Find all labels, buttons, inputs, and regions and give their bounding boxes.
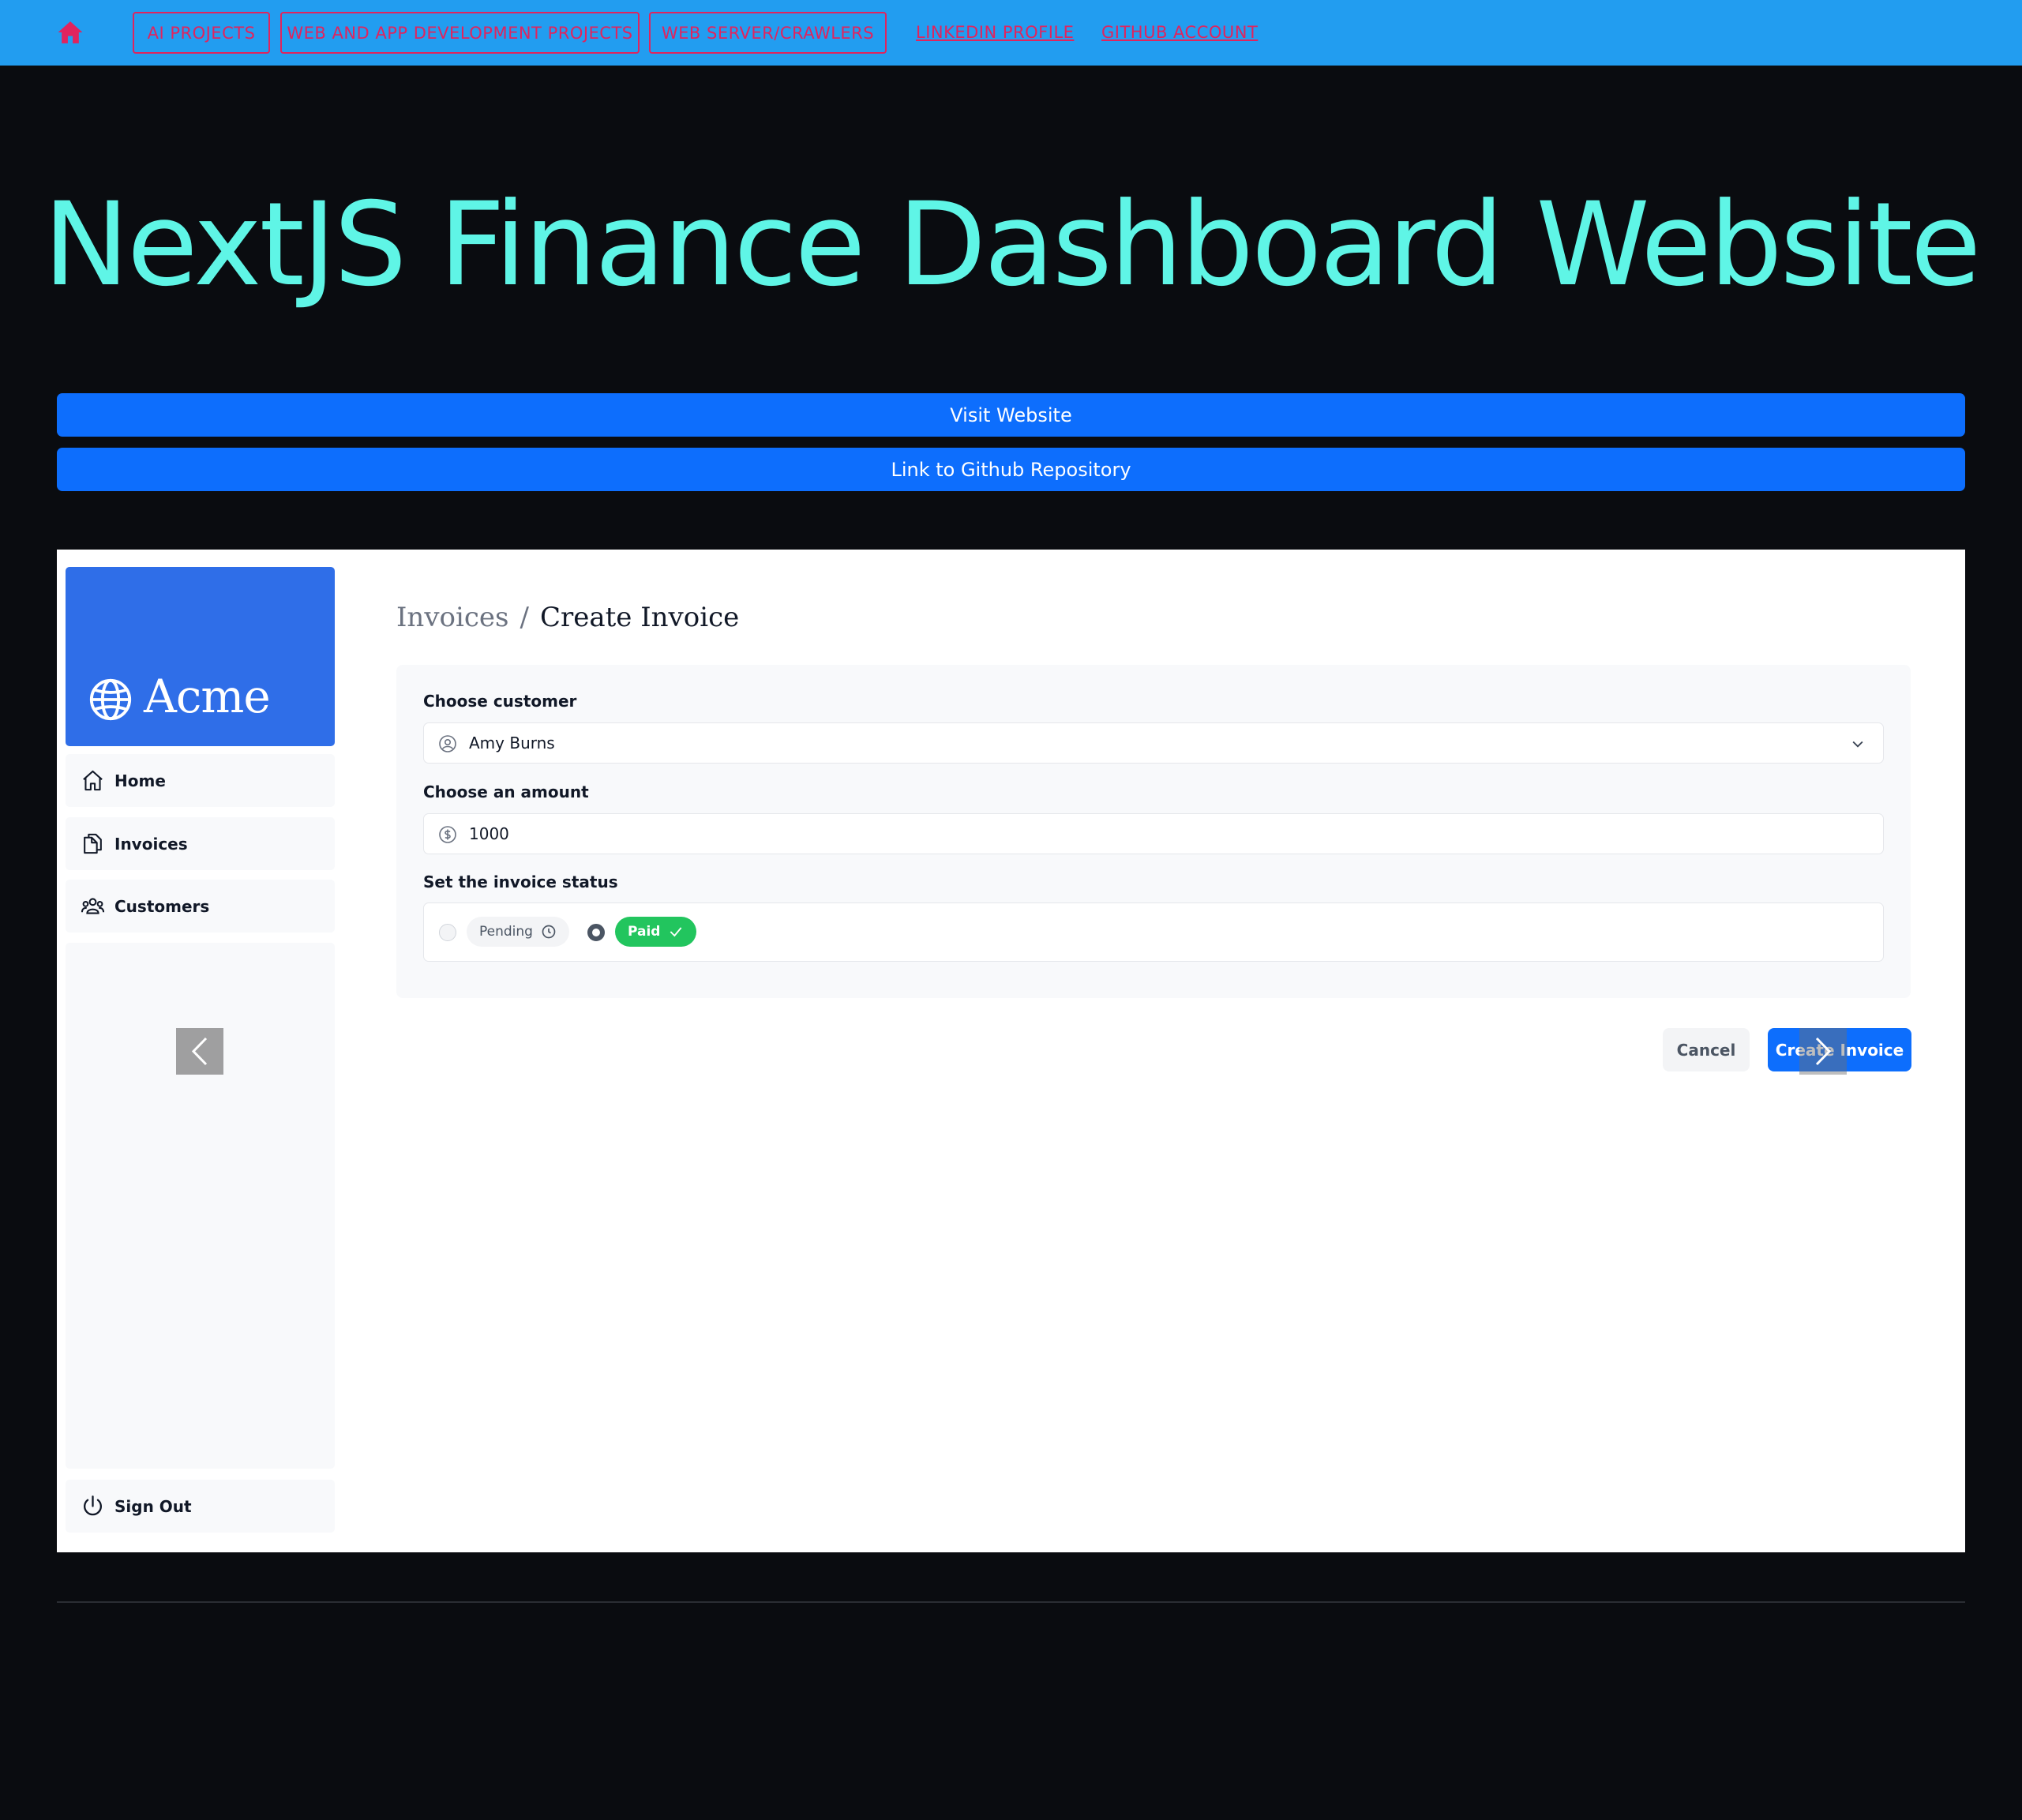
create-invoice-form: Choose customer Amy Burns Choose an amou… xyxy=(396,665,1911,998)
check-icon xyxy=(670,927,682,937)
nav-ai-projects[interactable]: AI PROJECTS xyxy=(133,12,270,54)
page-title: NextJS Finance Dashboard Website xyxy=(43,178,1982,312)
customer-value: Amy Burns xyxy=(469,734,555,752)
nav-web-server-crawlers[interactable]: WEB SERVER/CRAWLERS xyxy=(649,12,887,54)
paid-label: Paid xyxy=(628,924,661,940)
chevron-left-icon xyxy=(191,1037,208,1066)
customer-select[interactable]: Amy Burns xyxy=(423,722,1884,764)
paid-radio[interactable] xyxy=(587,924,605,941)
sidebar-item-customers[interactable]: Customers xyxy=(66,880,335,933)
sidebar-spacer xyxy=(66,943,335,1469)
screenshot-carousel: Acme Home Invoices Customers Sign Out In… xyxy=(57,550,1965,1552)
logo-text: Acme xyxy=(144,670,271,723)
nav-linkedin-link[interactable]: LINKEDIN PROFILE xyxy=(916,23,1074,42)
sidebar-item-label: Home xyxy=(114,771,166,790)
signout-label: Sign Out xyxy=(114,1496,192,1516)
nav-github-link[interactable]: GITHUB ACCOUNT xyxy=(1101,23,1258,42)
section-divider xyxy=(57,1601,1965,1603)
dollar-icon xyxy=(439,826,456,843)
pending-pill[interactable]: Pending xyxy=(467,917,569,947)
sidebar-logo: Acme xyxy=(66,567,335,746)
breadcrumb-separator: / xyxy=(520,602,529,633)
carousel-prev-button[interactable] xyxy=(176,1028,223,1075)
customer-label: Choose customer xyxy=(423,692,577,711)
sidebar-item-label: Customers xyxy=(114,896,210,916)
amount-value: 1000 xyxy=(469,824,509,843)
pending-label: Pending xyxy=(479,924,533,940)
cancel-button[interactable]: Cancel xyxy=(1663,1028,1750,1071)
status-radio-group: Pending Paid xyxy=(423,902,1884,962)
document-icon xyxy=(84,833,102,854)
amount-input[interactable]: 1000 xyxy=(423,813,1884,854)
nav-web-app-projects[interactable]: WEB AND APP DEVELOPMENT PROJECTS xyxy=(280,12,640,54)
amount-label: Choose an amount xyxy=(423,782,589,801)
pending-radio[interactable] xyxy=(439,924,456,941)
clock-icon xyxy=(542,925,556,939)
chevron-right-icon xyxy=(1815,1037,1832,1066)
home-link[interactable] xyxy=(55,19,85,46)
sidebar-item-home[interactable]: Home xyxy=(66,754,335,807)
breadcrumb: Invoices / Create Invoice xyxy=(396,602,739,633)
sidebar-item-label: Invoices xyxy=(114,834,188,854)
home-icon xyxy=(83,770,103,791)
sidebar-item-invoices[interactable]: Invoices xyxy=(66,817,335,870)
github-repo-button[interactable]: Link to Github Repository xyxy=(57,448,1965,491)
carousel-next-button[interactable] xyxy=(1799,1028,1847,1075)
top-navbar: AI PROJECTS WEB AND APP DEVELOPMENT PROJ… xyxy=(0,0,2022,66)
paid-pill[interactable]: Paid xyxy=(615,917,697,947)
power-icon xyxy=(84,1495,102,1516)
visit-website-button[interactable]: Visit Website xyxy=(57,393,1965,437)
sidebar-signout[interactable]: Sign Out xyxy=(66,1480,335,1533)
status-label: Set the invoice status xyxy=(423,872,618,891)
users-icon xyxy=(81,898,105,914)
breadcrumb-invoices[interactable]: Invoices xyxy=(396,602,509,633)
user-circle-icon xyxy=(439,735,456,752)
globe-icon xyxy=(89,678,132,721)
home-icon xyxy=(58,21,83,43)
breadcrumb-current: Create Invoice xyxy=(539,602,740,633)
chevron-down-icon xyxy=(1852,741,1863,748)
